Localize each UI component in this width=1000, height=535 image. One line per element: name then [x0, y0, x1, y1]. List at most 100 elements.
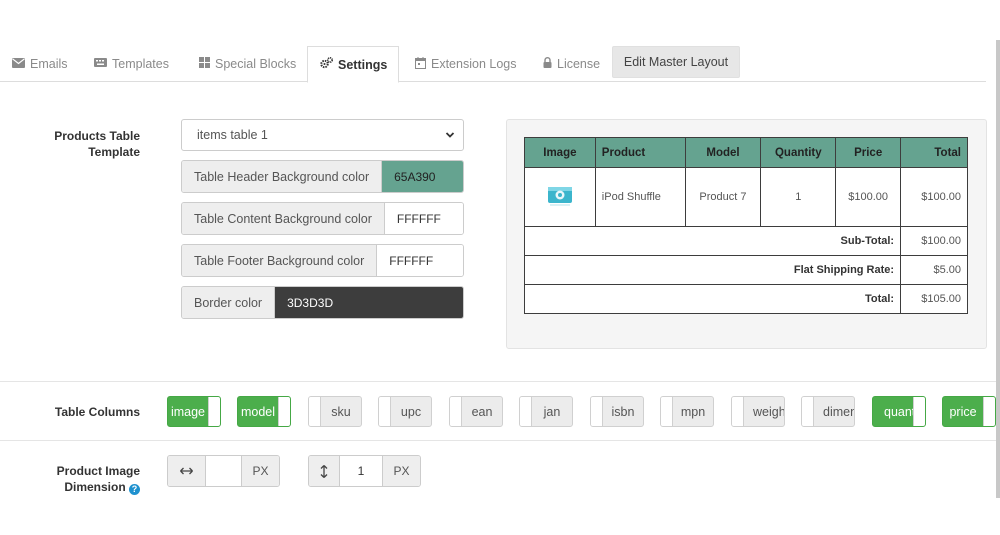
ipod-product-image	[547, 186, 573, 210]
header-image: Image	[524, 137, 596, 168]
column-toggle-model[interactable]: model	[237, 396, 291, 427]
content-bg-color-label: Table Content Background color	[182, 203, 385, 234]
toggle-label: image	[170, 404, 206, 419]
tab-emails[interactable]: Emails	[0, 46, 80, 82]
header-model: Model	[684, 137, 762, 168]
grid-icon	[199, 57, 210, 71]
tab-settings[interactable]: Settings	[307, 46, 399, 83]
image-height-input[interactable]: 1	[339, 456, 383, 486]
table-row: iPod Shuffle Product 7 1 $100.00 $100.00	[524, 167, 968, 227]
keyboard-icon	[94, 58, 107, 70]
toggle-label: quantity	[884, 404, 913, 419]
total-label: Total:	[523, 284, 902, 314]
footer-bg-color-label: Table Footer Background color	[182, 245, 378, 276]
help-icon[interactable]: ?	[129, 484, 140, 495]
gears-icon	[320, 56, 334, 72]
toggle-knob	[802, 397, 814, 426]
toggle-knob	[309, 397, 321, 426]
product-image-dimension-label: Product Image Dimension ?	[30, 463, 140, 495]
column-toggle-price[interactable]: price	[942, 396, 996, 427]
subtotal-value: $100.00	[900, 226, 968, 256]
image-width-input[interactable]	[205, 456, 242, 486]
table-preview-panel: Image Product Model Quantity Price Total…	[506, 119, 987, 349]
toggle-label: price	[949, 404, 977, 419]
label-line: Products Table	[54, 129, 140, 143]
products-table-template-label: Products Table Template	[30, 128, 140, 160]
calendar-icon	[415, 56, 426, 72]
header-quantity: Quantity	[760, 137, 837, 168]
column-toggle-sku[interactable]: sku	[308, 396, 362, 427]
toggle-label: isbn	[611, 404, 635, 419]
preview-header-row: Image Product Model Quantity Price Total	[524, 137, 968, 168]
tab-extension-logs[interactable]: Extension Logs	[403, 46, 528, 82]
header-product: Product	[594, 137, 686, 168]
shipping-value: $5.00	[900, 255, 968, 285]
header-bg-color-input[interactable]: 65A390	[382, 161, 463, 192]
toggle-label: ean	[471, 404, 493, 419]
column-toggle-image[interactable]: image	[167, 396, 221, 427]
product-cell: iPod Shuffle	[594, 167, 686, 227]
border-color-group: Border color 3D3D3D	[181, 286, 464, 319]
tab-special-blocks[interactable]: Special Blocks	[187, 46, 308, 82]
tab-label: Settings	[338, 57, 388, 72]
toggle-knob	[379, 397, 391, 426]
column-toggle-mpn[interactable]: mpn	[660, 396, 714, 427]
header-bg-color-label: Table Header Background color	[182, 161, 383, 192]
tab-label: Special Blocks	[215, 57, 297, 71]
horizontal-arrows-icon	[168, 456, 205, 486]
product-image-cell	[524, 167, 596, 227]
tab-bar: Emails Templates Special Blocks Settings…	[0, 46, 986, 83]
image-width-group: PX	[167, 455, 280, 487]
edit-master-layout-button[interactable]: Edit Master Layout	[612, 46, 740, 78]
chevron-down-icon	[445, 129, 455, 139]
shipping-label: Flat Shipping Rate:	[523, 255, 902, 285]
column-toggle-jan[interactable]: jan	[519, 396, 573, 427]
toggle-label: dimensions	[823, 404, 854, 419]
price-cell: $100.00	[835, 167, 902, 227]
column-toggle-weight[interactable]: weight	[731, 396, 785, 427]
toggle-knob	[591, 397, 603, 426]
envelope-icon	[12, 57, 25, 71]
header-price: Price	[835, 137, 902, 168]
total-value: $105.00	[900, 284, 968, 314]
column-toggle-quantity[interactable]: quantity	[872, 396, 926, 427]
toggle-label: jan	[543, 404, 561, 419]
toggle-label: model	[240, 404, 276, 419]
column-toggle-dimensions[interactable]: dimensions	[801, 396, 855, 427]
column-toggle-ean[interactable]: ean	[449, 396, 503, 427]
header-total: Total	[900, 137, 968, 168]
total-cell: $100.00	[900, 167, 968, 227]
scrollbar[interactable]	[996, 40, 1000, 498]
toggle-label: mpn	[680, 404, 706, 419]
toggle-knob	[278, 397, 290, 426]
tab-label: Templates	[112, 57, 169, 71]
tab-templates[interactable]: Templates	[82, 46, 181, 82]
column-toggle-isbn[interactable]: isbn	[590, 396, 644, 427]
divider	[0, 440, 1000, 441]
lock-icon	[543, 57, 552, 71]
column-toggle-upc[interactable]: upc	[378, 396, 432, 427]
toggle-knob	[983, 397, 995, 426]
border-color-label: Border color	[182, 287, 276, 318]
toggle-knob	[732, 397, 744, 426]
image-height-group: 1 PX	[308, 455, 421, 487]
vertical-arrows-icon	[309, 456, 339, 486]
content-bg-color-group: Table Content Background color FFFFFF	[181, 202, 464, 235]
width-unit-label: PX	[242, 456, 279, 486]
toggle-knob	[208, 397, 220, 426]
border-color-input[interactable]: 3D3D3D	[275, 287, 463, 318]
tab-label: Extension Logs	[431, 57, 517, 71]
table-row: Total: $105.00	[523, 284, 968, 314]
tab-license[interactable]: License	[531, 46, 612, 82]
products-table-template-select[interactable]: items table 1	[181, 119, 464, 151]
footer-bg-color-input[interactable]: FFFFFF	[377, 245, 463, 276]
toggle-label: weight	[753, 404, 784, 419]
quantity-cell: 1	[760, 167, 837, 227]
table-row: Flat Shipping Rate: $5.00	[523, 255, 968, 285]
label-line: Dimension	[64, 480, 126, 494]
toggle-label: sku	[331, 404, 351, 419]
label-line: Product Image	[56, 464, 140, 478]
content-bg-color-input[interactable]: FFFFFF	[384, 203, 463, 234]
toggle-label: upc	[400, 404, 422, 419]
preview-table: Image Product Model Quantity Price Total…	[523, 137, 968, 314]
